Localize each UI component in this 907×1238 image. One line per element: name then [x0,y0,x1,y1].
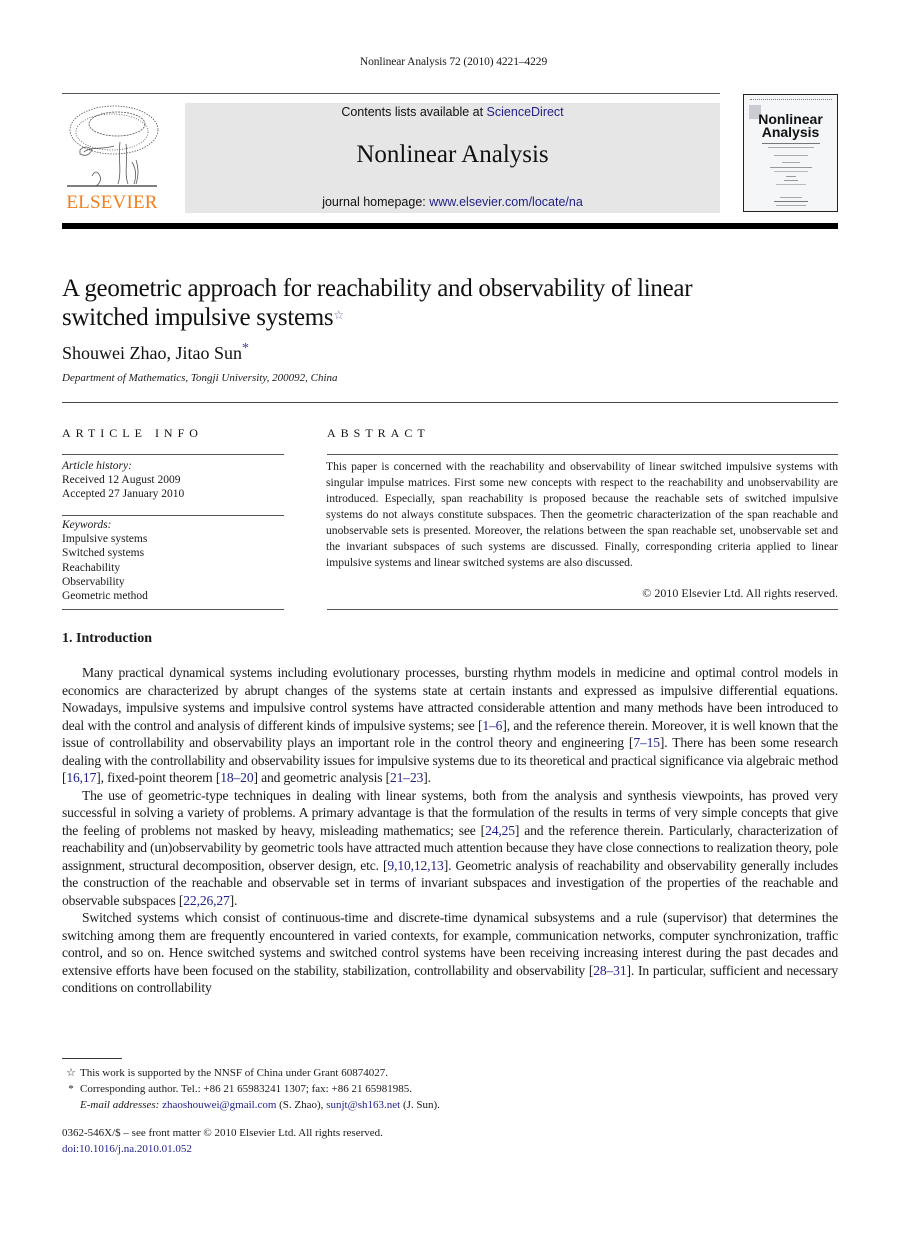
cover-text-line [784,180,798,181]
funding-footnote: ☆ This work is supported by the NNSF of C… [62,1065,662,1081]
cover-text-line [786,176,796,177]
paragraph-text: ], fixed-point theorem [ [96,770,221,785]
abstract-copyright: © 2010 Elsevier Ltd. All rights reserved… [642,586,838,600]
journal-homepage-link[interactable]: www.elsevier.com/locate/na [429,195,583,209]
citation-link[interactable]: 16,17 [66,770,96,785]
star-footnote-icon: ☆ [66,1067,76,1079]
abstract-heading: ABSTRACT [327,426,430,440]
cover-text-line [776,205,806,206]
corresponding-author-asterisk-icon[interactable]: * [242,341,249,356]
paragraph: Many practical dynamical systems includi… [62,664,838,787]
author-names: Shouwei Zhao, Jitao Sun [62,343,242,363]
running-header: Nonlinear Analysis 72 (2010) 4221–4229 [359,56,548,68]
cover-text-line [776,184,806,185]
section-heading-introduction: 1. Introduction [62,631,152,646]
header-thick-rule [62,223,838,229]
received-date: Received 12 August 2009 [62,474,181,486]
corresponding-text: Corresponding author. Tel.: +86 21 65983… [80,1083,412,1095]
paragraph-text: ]. [229,892,238,908]
keywords-label: Keywords: [62,519,112,531]
funding-text: This work is supported by the NNSF of Ch… [80,1067,388,1079]
article-title-line1: A geometric approach for reachability an… [62,275,693,302]
citation-link[interactable]: 28–31 [593,963,626,978]
citation-link[interactable]: 24,25 [485,823,515,838]
cover-text-line [770,167,812,168]
cover-top-strip [750,99,832,103]
citation-link[interactable]: 18–20 [220,770,253,785]
keyword-item: Switched systems [62,547,145,560]
doi-link[interactable]: doi:10.1016/j.na.2010.01.052 [62,1143,192,1155]
footnote-rule [62,1058,122,1059]
article-history: Article history: Received 12 August 2009… [62,459,184,501]
history-label: Article history: [62,460,132,472]
contents-line: Contents lists available at ScienceDirec… [185,105,720,119]
introduction-body: Many practical dynamical systems includi… [62,664,838,997]
cover-text-line [762,143,820,144]
journal-banner: Contents lists available at ScienceDirec… [185,103,720,213]
email-owner: (J. Sun). [400,1099,440,1111]
homepage-line: journal homepage: www.elsevier.com/locat… [185,195,720,209]
corresponding-footnote: * Corresponding author. Tel.: +86 21 6598… [62,1081,662,1097]
email-owner: (S. Zhao), [276,1099,327,1111]
cover-text-line [768,147,814,148]
citation-link[interactable]: 1–6 [482,718,502,733]
cover-title: Nonlinear Analysis [744,112,837,140]
cover-title-line2: Analysis [761,124,820,140]
section-divider [62,402,838,403]
asterisk-footnote-icon: * [68,1083,74,1095]
keywords: Keywords: Impulsive systems Switched sys… [62,518,148,603]
funding-footnote-star-icon[interactable]: ☆ [333,308,344,322]
email-link-sun[interactable]: sunjt@sh163.net [326,1099,400,1111]
cover-text-line [774,171,808,172]
elsevier-tree-icon [67,105,159,187]
journal-cover-thumbnail[interactable]: Nonlinear Analysis [743,94,838,212]
keyword-item: Impulsive systems [62,533,148,546]
sciencedirect-link[interactable]: ScienceDirect [487,105,564,119]
cover-text-line [774,201,808,202]
homepage-prefix: journal homepage: [322,195,430,209]
keyword-item: Geometric method [62,590,148,603]
article-info-rule [62,609,284,610]
paragraph: Switched systems which consist of contin… [62,909,838,997]
abstract-rule [327,454,838,455]
paragraph-text: ] and geometric analysis [ [253,770,391,785]
front-matter: 0362-546X/$ – see front matter © 2010 El… [62,1125,383,1157]
authors: Shouwei Zhao, Jitao Sun* [62,341,249,364]
affiliation: Department of Mathematics, Tongji Univer… [62,372,338,384]
article-info-rule [62,515,284,516]
citation-link[interactable]: 21–23 [390,770,423,785]
email-link-zhao[interactable]: zhaoshouwei@gmail.com [162,1099,276,1111]
publisher-logo: ELSEVIER [62,102,162,214]
article-info-heading: ARTICLE INFO [62,426,203,440]
citation-link[interactable]: 7–15 [633,735,660,750]
keyword-item: Reachability [62,561,121,574]
article-info-rule [62,454,284,455]
article-title: A geometric approach for reachability an… [62,274,822,332]
journal-title: Nonlinear Analysis [356,141,549,168]
abstract-text: This paper is concerned with the reachab… [326,460,838,569]
paragraph-text: ]. [423,770,431,785]
header-rule [62,93,720,94]
cover-text-line [774,155,808,156]
footnotes: ☆ This work is supported by the NNSF of C… [62,1065,662,1113]
citation-link[interactable]: 9,10,12,13 [387,858,443,873]
accepted-date: Accepted 27 January 2010 [62,488,185,500]
issn-line: 0362-546X/$ – see front matter © 2010 El… [62,1127,383,1139]
keyword-item: Observability [62,575,125,588]
cover-text-line [780,197,802,198]
paragraph: The use of geometric-type techniques in … [62,787,838,910]
abstract-rule [327,609,838,610]
email-label: E-mail addresses: [80,1099,160,1111]
email-footnote: E-mail addresses: zhaoshouwei@gmail.com … [62,1097,662,1113]
citation-link[interactable]: 22,26,27 [183,893,230,908]
cover-text-line [782,162,800,163]
article-title-line2: switched impulsive systems [62,304,334,331]
contents-prefix: Contents lists available at [341,105,487,119]
publisher-name: ELSEVIER [66,192,158,213]
